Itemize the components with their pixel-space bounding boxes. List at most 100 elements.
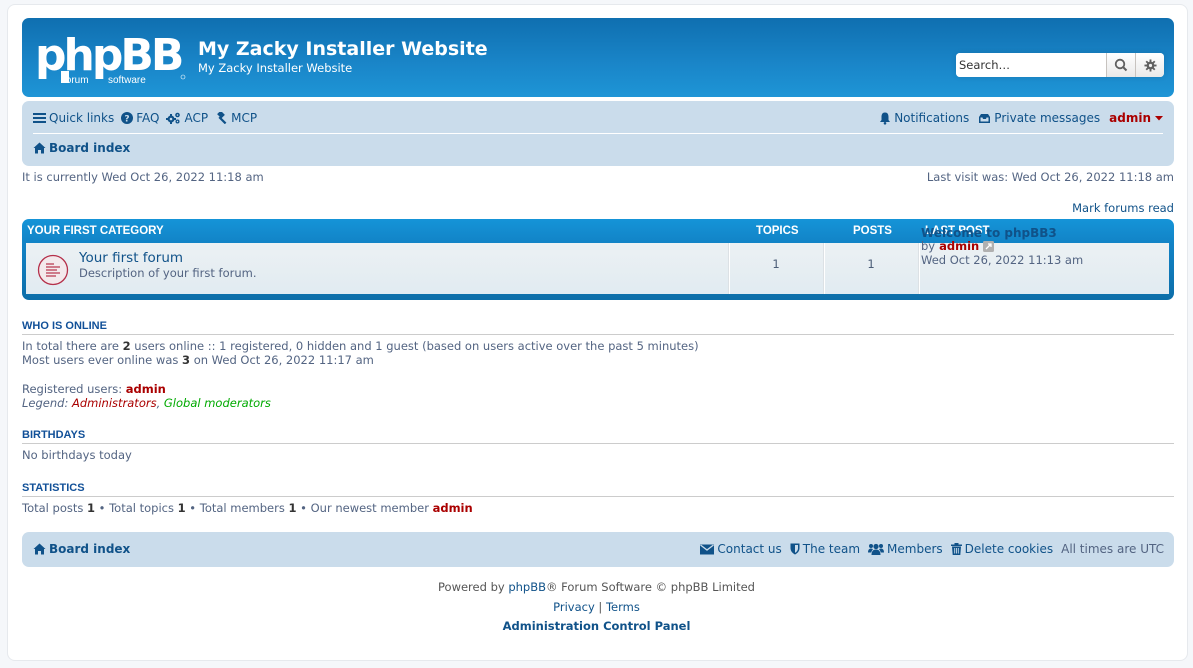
gear-icon [1143,58,1157,72]
online-text: users online :: 1 registered, 0 hidden a… [130,339,699,353]
legend-label: Legend: [22,396,72,410]
quick-nav: Quick links ? FAQ ACP MCP [33,110,257,126]
online-record: Most users ever online was 3 on Wed Oct … [22,353,374,367]
birthdays-text: No birthdays today [22,448,132,462]
navbar: Quick links ? FAQ ACP MCP Notifications … [22,101,1174,166]
legend-administrators-link[interactable]: Administrators [72,396,157,410]
current-time: It is currently Wed Oct 26, 2022 11:18 a… [22,170,264,184]
site-title: My Zacky Installer Website [198,38,488,60]
last-post-author-line: by admin [921,239,995,253]
powered-by: Powered by phpBB® Forum Software © phpBB… [0,580,1193,594]
board-index-label: Board index [49,141,131,155]
footer-breadcrumb: Board index [33,542,130,556]
caret-down-icon [1155,116,1163,121]
who-is-online-heading[interactable]: Who is online [22,320,1174,335]
privacy-link[interactable]: Privacy [553,600,595,614]
forum-topics-count: 1 [772,257,780,271]
delete-cookies-link[interactable]: Delete cookies [950,542,1054,556]
site-header: phpBB forum software My Zacky Installer … [22,18,1174,97]
members-link[interactable]: Members [868,542,943,556]
legend-global-moderators-link[interactable]: Global moderators [164,396,271,410]
registered-users: Registered users: admin [22,382,166,396]
powered-prefix: Powered by [438,580,509,594]
online-total: 2 [122,339,131,353]
category-title[interactable]: Your first category [27,225,164,239]
search-input[interactable] [956,53,1106,77]
logo-text: phpBB [35,30,182,81]
site-description: My Zacky Installer Website [198,61,353,75]
forum-category-box: Your first category Topics Posts Last po… [22,219,1174,300]
column-divider [824,243,825,294]
advanced-search-button[interactable] [1135,53,1164,77]
newest-member-link[interactable]: admin [433,501,473,515]
registered-user-link[interactable]: admin [126,382,166,396]
inbox-icon [979,113,991,123]
footer-board-index-label: Board index [49,542,131,556]
svg-text:?: ? [125,115,130,125]
private-messages-link[interactable]: Private messages [978,111,1100,125]
acp-link[interactable]: ACP [166,111,208,125]
phpbb-link[interactable]: phpBB [508,580,546,594]
administration-control-panel-link[interactable]: Administration Control Panel [503,619,691,633]
privacy-terms: Privacy | Terms [0,600,1193,614]
search-box [956,53,1164,77]
last-post-by-prefix: by [921,239,936,253]
home-icon [33,142,46,154]
footer-navbar: Board index Contact us The team Members … [22,532,1174,567]
statistics-line: Total posts 1 • Total topics 1 • Total m… [22,501,473,515]
users-icon [868,543,885,555]
column-header-posts: Posts [853,225,892,237]
record-text: Most users ever online was [22,353,183,367]
search-icon [1114,58,1128,72]
acp-label: ACP [184,111,209,125]
faq-link[interactable]: ? FAQ [121,111,159,125]
total-posts: 1 [87,501,96,515]
forum-read-icon [37,254,69,286]
forum-row: Your first forum Description of your fir… [26,243,1169,294]
user-menu[interactable]: admin [1109,111,1164,125]
faq-label: FAQ [136,111,160,125]
phpbb-logo[interactable]: phpBB forum software [35,30,187,86]
timezone-note: All times are UTC [1061,542,1164,556]
online-summary: In total there are 2 users online :: 1 r… [22,339,699,353]
forum-posts-count: 1 [867,257,875,271]
birthdays-heading: Birthdays [22,429,1174,444]
notifications-link[interactable]: Notifications [879,111,969,125]
stat-label: Total posts [22,501,87,515]
the-team-label: The team [802,542,861,556]
legend-separator: , [156,396,164,410]
record-max: 3 [182,353,191,367]
mcp-link[interactable]: MCP [215,111,257,125]
terms-link[interactable]: Terms [606,600,640,614]
username: admin [1109,111,1151,125]
registered-label: Registered users: [22,382,126,396]
stat-label: • Our newest member [296,501,433,515]
cogs-icon [166,112,181,124]
mark-forums-read-link[interactable]: Mark forums read [1072,201,1174,215]
quick-links-menu[interactable]: Quick links [33,111,114,125]
statistics-heading: Statistics [22,482,1174,497]
delete-cookies-label: Delete cookies [964,542,1054,556]
nav-divider [33,133,1163,134]
last-visit-time: Last visit was: Wed Oct 26, 2022 11:18 a… [926,170,1174,184]
breadcrumb: Board index [33,140,130,156]
breadcrumb-board-index[interactable]: Board index [33,141,130,155]
view-latest-post-icon[interactable] [983,240,995,252]
stat-label: • Total members [185,501,289,515]
footer-board-index-link[interactable]: Board index [33,542,130,556]
last-post-title-link[interactable]: Welcome to phpBB3 [921,226,1057,240]
shield-icon [790,543,800,555]
column-divider [729,243,730,294]
record-text: on Wed Oct 26, 2022 11:17 am [190,353,374,367]
bell-icon [880,112,891,125]
trash-icon [950,543,962,555]
search-button[interactable] [1106,53,1135,77]
the-team-link[interactable]: The team [790,542,860,556]
quick-links-label: Quick links [49,111,115,125]
gavel-icon [217,112,227,124]
bars-icon [33,113,46,123]
last-post-date: Wed Oct 26, 2022 11:13 am [921,253,1084,267]
contact-us-link[interactable]: Contact us [700,542,782,556]
last-post-author-link[interactable]: admin [939,239,979,253]
forum-title-link[interactable]: Your first forum [79,250,183,266]
